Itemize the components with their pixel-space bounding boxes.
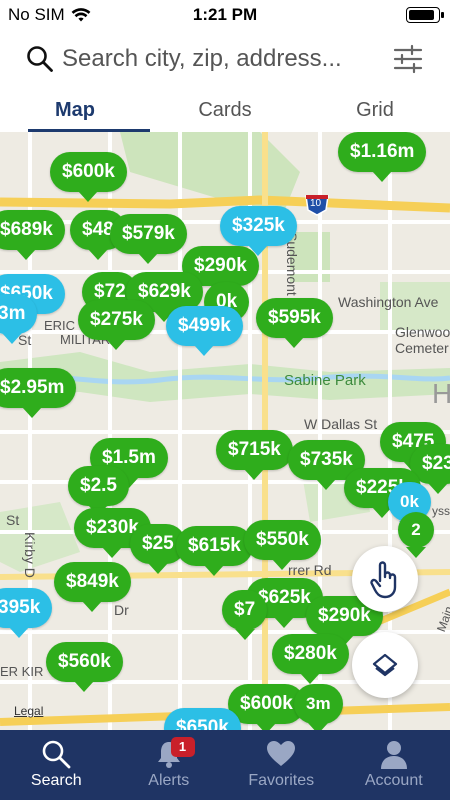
price-pin[interactable]: 395k [0, 588, 53, 638]
label-edge-h: H [432, 378, 450, 409]
price-pin[interactable]: $560k [46, 642, 123, 692]
label-st: St [6, 512, 20, 528]
price-pin[interactable]: $849k [54, 562, 131, 612]
price-pin[interactable]: $650k [164, 708, 241, 730]
hand-pointer-icon [370, 561, 397, 599]
price-pin[interactable]: $325k [220, 206, 297, 256]
price-pin[interactable]: $1.16m [338, 132, 427, 182]
tabbar-search-label: Search [30, 772, 82, 789]
price-pin[interactable]: $2.95m [0, 368, 77, 418]
price-pin[interactable]: $615k [176, 526, 253, 576]
search-input[interactable]: Search city, zip, address... [62, 45, 342, 73]
label-dr: Dr [114, 602, 129, 618]
price-pin[interactable]: $7 [222, 590, 268, 640]
tabbar-alerts[interactable]: 1 Alerts [113, 730, 226, 800]
map-view[interactable]: 10 Washington Ave Sabine Park W Dallas S… [0, 132, 450, 730]
price-pin[interactable]: $715k [216, 430, 293, 480]
label-washington: Washington Ave [338, 294, 439, 310]
tabbar-account[interactable]: Account [338, 730, 450, 800]
price-pin[interactable]: $280k [272, 634, 349, 684]
label-eric: ERIC [44, 318, 76, 333]
price-pin[interactable]: $550k [244, 520, 321, 570]
layers-icon [372, 653, 398, 677]
label-kir: ER KIR [0, 664, 44, 679]
person-icon [380, 741, 407, 769]
price-pin[interactable]: $579k [110, 214, 187, 264]
tabbar-favorites-label: Favorites [248, 772, 315, 789]
price-pin[interactable]: $275k [78, 300, 155, 350]
tabbar-account-label: Account [364, 772, 423, 789]
label-dallas: W Dallas St [304, 416, 378, 432]
app-root: No SIM 1:21 PM Search city, zip, address… [0, 0, 450, 800]
label-cemetery: Cemeter [395, 340, 449, 356]
draw-button[interactable] [352, 546, 418, 612]
price-pin[interactable]: $689k [0, 210, 65, 260]
label-kirby: Kirby D [22, 532, 38, 578]
legal-link[interactable]: Legal [14, 704, 43, 718]
status-time: 1:21 PM [192, 5, 258, 24]
label-glenwood: Glenwood [395, 324, 450, 340]
search-icon [42, 740, 71, 769]
tabbar-alerts-label: Alerts [148, 772, 190, 789]
price-pin[interactable]: $499k [166, 306, 243, 356]
price-pin[interactable]: 3m [294, 684, 343, 730]
shield-number: 10 [310, 198, 322, 209]
battery-icon [406, 7, 444, 23]
price-pin[interactable]: $600k [50, 152, 127, 202]
status-bar: No SIM 1:21 PM [0, 0, 450, 30]
tab-cards[interactable]: Cards [150, 90, 300, 132]
search-icon [27, 46, 53, 72]
tab-map[interactable]: Map [0, 90, 150, 132]
bottom-tab-bar: Search 1 Alerts Favorites Account [0, 730, 450, 800]
label-ysst: ysst [432, 504, 450, 518]
filter-sliders-icon[interactable] [392, 43, 424, 75]
tabbar-favorites[interactable]: Favorites [225, 730, 338, 800]
view-tabs: Map Cards Grid [0, 90, 450, 132]
alerts-badge: 1 [170, 737, 195, 757]
tabbar-search[interactable]: Search [0, 730, 113, 800]
label-rrer-rd: rrer Rd [288, 562, 332, 578]
heart-icon [267, 741, 296, 766]
cluster-pin[interactable]: 2 [398, 512, 434, 558]
price-pin[interactable]: $2.5 [68, 466, 129, 516]
layers-button[interactable] [352, 632, 418, 698]
tab-grid[interactable]: Grid [300, 90, 450, 132]
price-pin[interactable]: $595k [256, 298, 333, 348]
label-sabine: Sabine Park [284, 372, 366, 389]
search-bar[interactable]: Search city, zip, address... [0, 30, 450, 90]
